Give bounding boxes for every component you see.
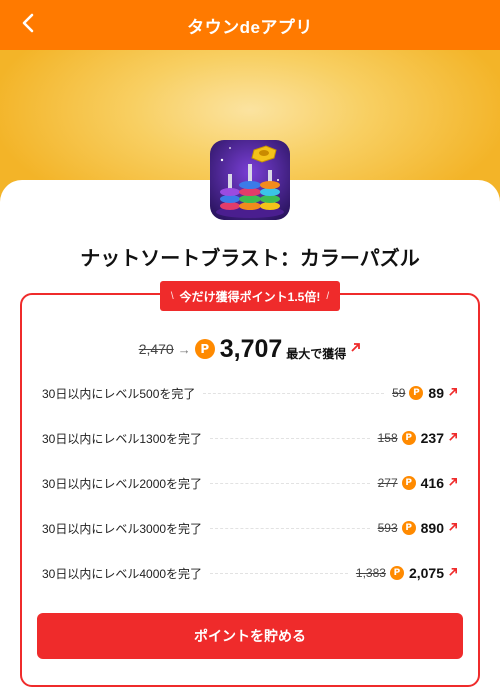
task-new-points: 89 — [428, 385, 444, 401]
task-old-points: 1,383 — [355, 566, 386, 580]
earn-points-button[interactable]: ポイントを貯める — [37, 613, 463, 659]
task-label: 30日以内にレベル4000を完了 — [42, 566, 203, 581]
dotted-leader — [210, 572, 348, 574]
task-label: 30日以内にレベル2000を完了 — [42, 476, 203, 491]
task-old-points: 593 — [377, 521, 398, 535]
old-total-points: 2,470 — [138, 341, 174, 357]
task-old-points: 158 — [377, 431, 398, 445]
task-old-points: 59 — [392, 386, 406, 400]
task-new-points: 2,075 — [408, 565, 444, 581]
promo-badge: \ 今だけ獲得ポイント1.5倍! / — [160, 281, 340, 311]
dotted-leader — [210, 437, 370, 439]
app-header: タウンdeアプリ — [0, 0, 500, 50]
point-coin-icon: P — [409, 386, 424, 400]
task-new-points: 237 — [420, 430, 444, 446]
arrow-up-right-icon — [448, 384, 458, 402]
max-earn-label: 最大で獲得 — [286, 346, 347, 361]
promo-badge-text: 今だけ獲得ポイント1.5倍! — [179, 289, 321, 304]
task-row: 30日以内にレベル3000を完了 593 P 890 — [42, 518, 458, 538]
task-old-points: 277 — [377, 476, 398, 490]
chevron-left-icon — [21, 12, 35, 39]
task-row: 30日以内にレベル4000を完了 1,383 P 2,075 — [42, 563, 458, 583]
point-coin-icon: P — [401, 431, 416, 445]
dotted-leader — [210, 527, 370, 529]
arrow-up-right-icon — [448, 564, 458, 582]
task-row: 30日以内にレベル1300を完了 158 P 237 — [42, 428, 458, 448]
task-row: 30日以内にレベル2000を完了 277 P 416 — [42, 473, 458, 493]
badge-deco-left: \ — [170, 290, 174, 302]
task-label: 30日以内にレベル500を完了 — [42, 386, 196, 401]
dotted-leader — [203, 392, 385, 394]
dotted-leader — [210, 482, 370, 484]
nut-sort-game-icon — [210, 140, 290, 220]
arrow-up-right-icon — [448, 474, 458, 492]
app-name: ナットソートブラスト：カラーパズル — [80, 248, 420, 270]
arrow-up-right-icon — [350, 340, 361, 358]
arrow-up-right-icon — [448, 519, 458, 537]
header-title: タウンdeアプリ — [187, 17, 313, 37]
point-coin-icon: P — [194, 339, 215, 359]
task-row: 30日以内にレベル500を完了 59 P 89 — [42, 383, 458, 403]
point-coin-icon: P — [401, 521, 416, 535]
arrow-right-icon: → — [177, 341, 191, 357]
arrow-up-right-icon — [448, 429, 458, 447]
task-label: 30日以内にレベル1300を完了 — [42, 431, 203, 446]
point-coin-icon: P — [389, 566, 404, 580]
task-new-points: 890 — [420, 520, 444, 536]
task-label: 30日以内にレベル3000を完了 — [42, 521, 203, 536]
badge-deco-right: / — [326, 290, 330, 302]
point-coin-icon: P — [401, 476, 416, 490]
task-new-points: 416 — [420, 475, 444, 491]
new-total-points: 3,707 — [219, 334, 283, 363]
back-button[interactable] — [14, 11, 42, 39]
total-points-row: 2,470 → P 3,707 最大で獲得 — [0, 334, 500, 364]
